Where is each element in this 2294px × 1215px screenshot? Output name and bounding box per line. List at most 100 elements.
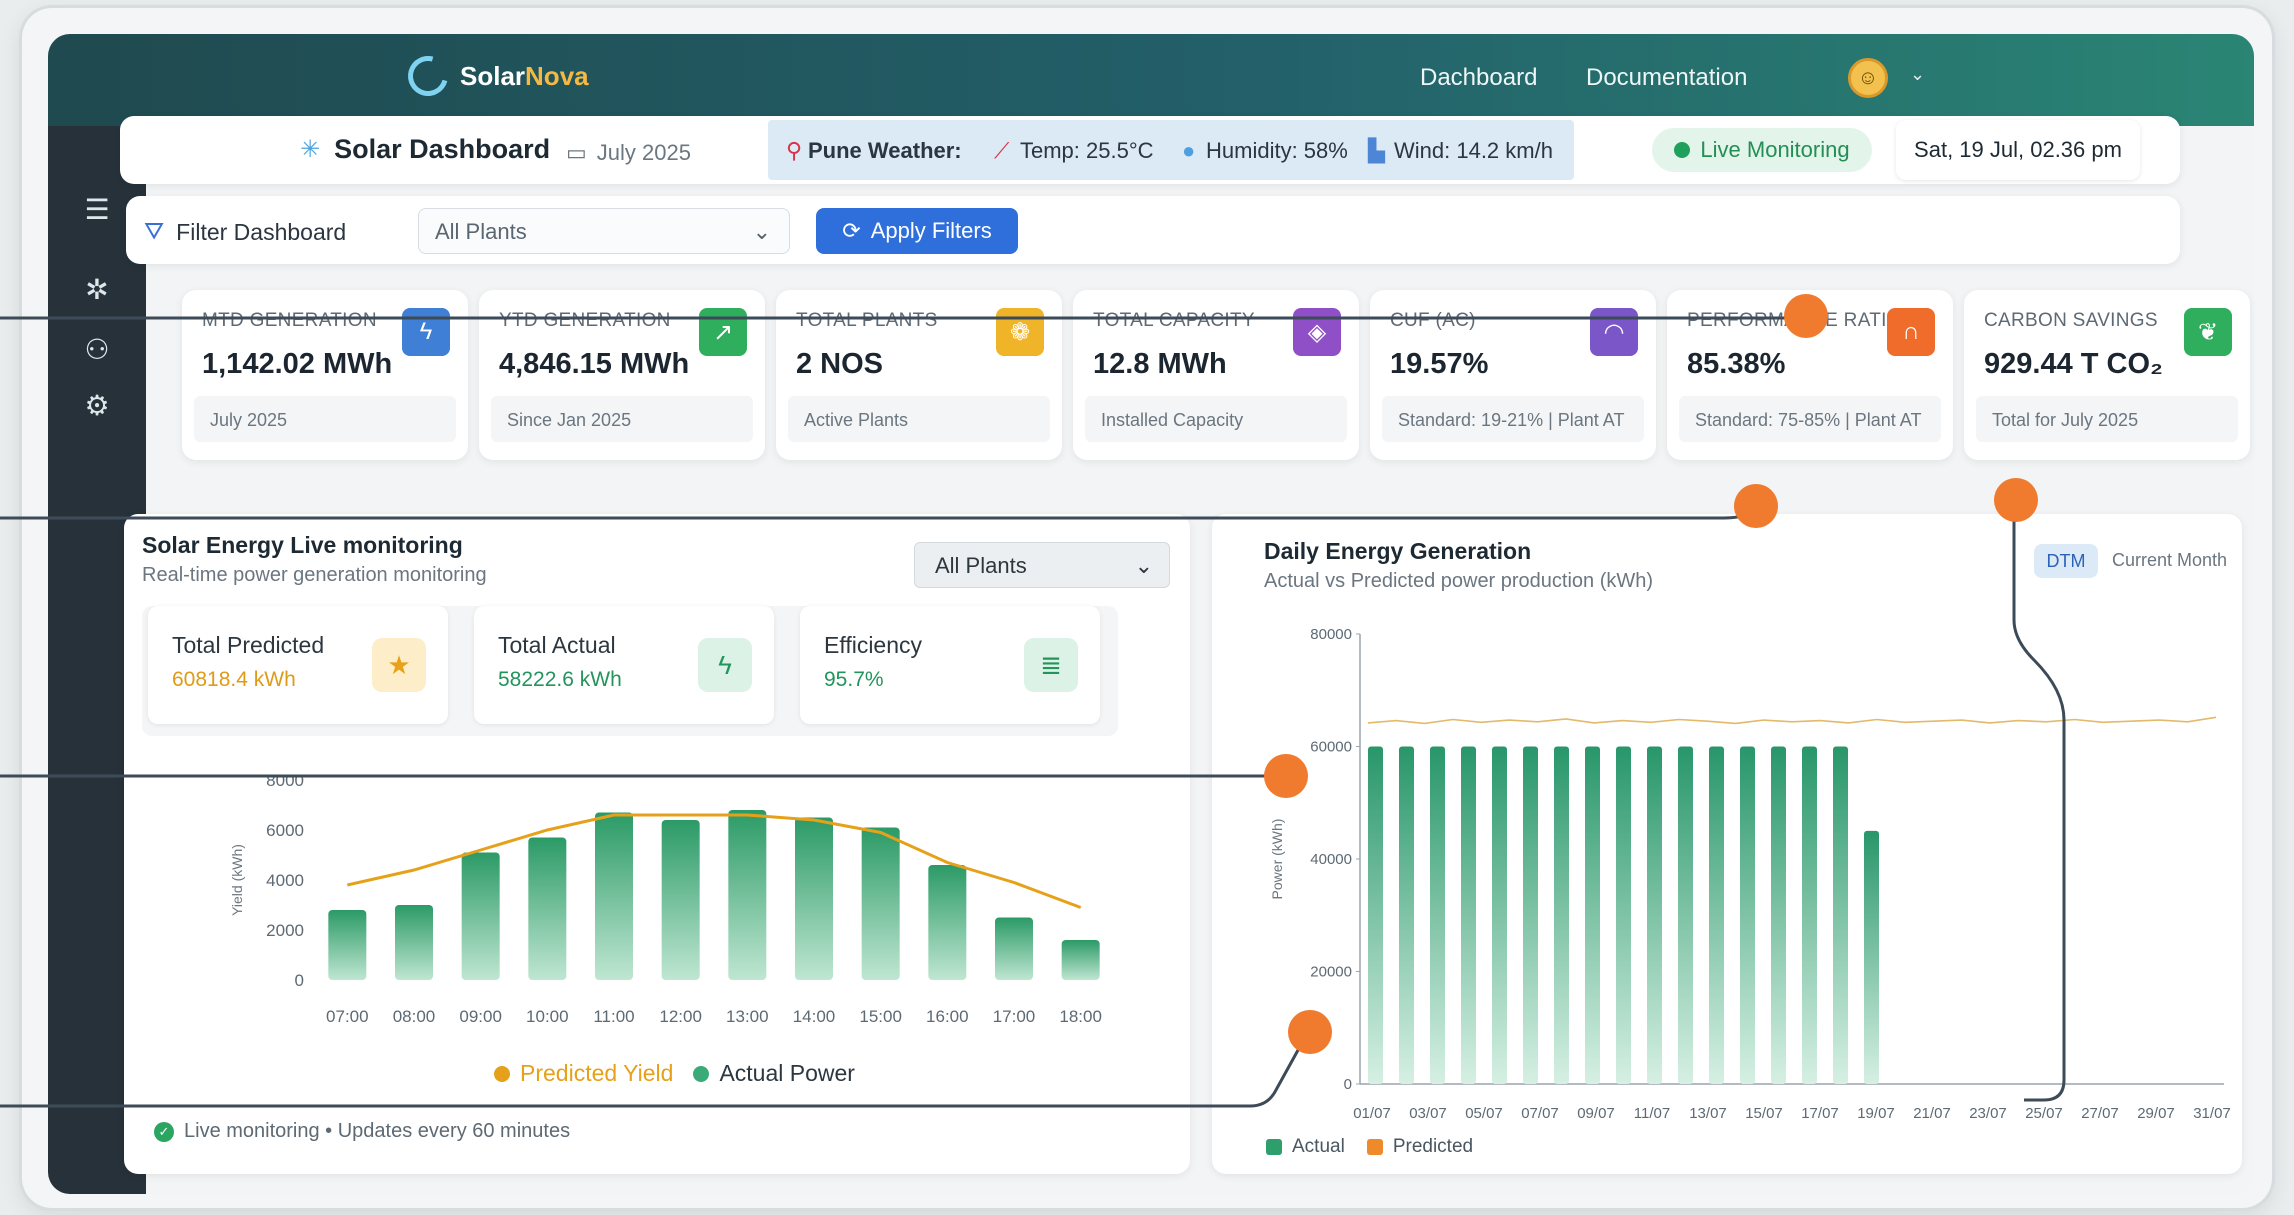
total-actual-card: Total Actual 58222.6 kWh ϟ — [474, 606, 774, 724]
x-tick-label: 29/07 — [2137, 1105, 2175, 1122]
location-pin-icon: ⚲ — [786, 138, 803, 163]
humidity-value: Humidity: 58% — [1206, 138, 1348, 163]
month-indicator[interactable]: ▭ July 2025 — [566, 140, 691, 166]
y-tick-label: 40000 — [1310, 851, 1352, 868]
brand[interactable]: SolarNova — [400, 48, 589, 104]
daily-chart-legend: Actual Predicted — [1266, 1136, 1473, 1158]
x-tick-label: 17:00 — [993, 1007, 1036, 1026]
x-tick-label: 18:00 — [1059, 1007, 1102, 1026]
x-tick-label: 16:00 — [926, 1007, 969, 1026]
y-axis-label: Yield (kWh) — [229, 844, 245, 916]
total-predicted-label: Total Predicted — [172, 632, 325, 658]
x-tick-label: 17/07 — [1801, 1105, 1839, 1122]
brand-name: SolarNova — [460, 60, 589, 91]
bar-actual-18:00 — [1061, 940, 1100, 980]
performance-icon: ∩ — [1887, 308, 1935, 356]
y-tick-label: 0 — [1344, 1076, 1352, 1093]
x-tick-label: 01/07 — [1353, 1105, 1391, 1122]
apply-filters-button[interactable]: ⟳ Apply Filters — [816, 208, 1018, 254]
kpi-subtext: Since Jan 2025 — [491, 396, 753, 442]
live-monitoring-badge[interactable]: Live Monitoring — [1652, 128, 1872, 172]
bar-actual-15:00 — [861, 827, 900, 980]
bar-actual-day-6 — [1523, 746, 1538, 1084]
x-tick-label: 15/07 — [1745, 1105, 1783, 1122]
kpi-label: CARBON SAVINGS — [1984, 310, 2158, 331]
thermometer-icon: ⟋ — [994, 138, 1010, 163]
filter-icon: ⛛ — [144, 218, 165, 245]
kpi-value: 19.57% — [1390, 348, 1489, 380]
leaf-icon: ❦ — [2184, 308, 2232, 356]
panel-subtitle: Real-time power generation monitoring — [142, 564, 487, 586]
x-tick-label: 10:00 — [526, 1007, 569, 1026]
legend-swatch-predicted — [494, 1065, 510, 1082]
user-avatar[interactable]: ☺ — [1848, 58, 1888, 98]
legend-swatch-predicted — [1366, 1139, 1383, 1155]
solar-panel-icon[interactable]: ✲ — [74, 266, 120, 312]
y-tick-label: 20000 — [1310, 964, 1352, 981]
kpi-label: MTD GENERATION — [202, 310, 377, 331]
bar-actual-08:00 — [395, 905, 433, 980]
daily-generation-panel: Daily Energy Generation Actual vs Predic… — [1212, 514, 2242, 1174]
dtm-toggle[interactable]: DTM — [2034, 544, 2098, 578]
wind-value: Wind: 14.2 km/h — [1394, 138, 1553, 163]
settings-icon[interactable]: ⚙ — [74, 382, 120, 428]
kpi-value: 929.44 T CO₂ — [1984, 348, 2163, 380]
x-tick-label: 27/07 — [2081, 1105, 2119, 1122]
refresh-icon: ⟳ — [842, 218, 861, 243]
x-tick-label: 23/07 — [1969, 1105, 2007, 1122]
bar-actual-12:00 — [661, 820, 700, 980]
bar-actual-day-15 — [1802, 746, 1817, 1084]
hourly-yield-chart: 0 2000 4000 6000 8000 Yield (kWh) 07:00 08:00 09… — [229, 771, 1102, 1026]
chevron-down-icon[interactable]: ⌄ — [1910, 64, 1925, 85]
legend-actual-label: Actual — [1292, 1136, 1345, 1157]
weather-strip: ⚲ Pune Weather: ⟋ Temp: 25.5°C ● Humidit… — [768, 120, 1574, 180]
datetime-display: Sat, 19 Jul, 02.36 pm — [1896, 120, 2140, 180]
nav-link-documentation[interactable]: Documentation — [1586, 64, 1747, 92]
kpi-subtext: July 2025 — [194, 396, 456, 442]
bar-actual-day-8 — [1585, 746, 1600, 1084]
kpi-label: PERFORMANCE RATIO — [1687, 310, 1902, 331]
bar-actual-day-10 — [1647, 746, 1662, 1084]
y-tick-label: 80000 — [1310, 626, 1352, 643]
legend-swatch-actual — [693, 1065, 710, 1082]
bar-actual-day-7 — [1554, 746, 1569, 1084]
legend-swatch-actual — [1266, 1139, 1282, 1155]
chevron-down-icon: ⌄ — [752, 219, 771, 244]
x-tick-label: 15:00 — [859, 1007, 902, 1026]
x-tick-label: 05/07 — [1465, 1105, 1503, 1122]
kpi-card: YTD GENERATION 4,846.15 MWh Since Jan 2025… — [479, 290, 765, 460]
bar-actual-09:00 — [461, 852, 500, 980]
plant-select[interactable]: All Plants ⌄ — [914, 542, 1170, 588]
kpi-label: YTD GENERATION — [499, 310, 671, 331]
x-tick-label: 21/07 — [1913, 1105, 1951, 1122]
x-tick-label: 09/07 — [1577, 1105, 1615, 1122]
live-status-dot — [1674, 142, 1691, 158]
predicted-line — [1367, 716, 2217, 725]
menu-icon[interactable]: ☰ — [74, 186, 120, 232]
y-tick-label: 8000 — [266, 771, 304, 790]
x-tick-label: 11:00 — [593, 1007, 634, 1026]
current-month-toggle[interactable]: Current Month — [2112, 550, 2227, 571]
kpi-value: 12.8 MWh — [1093, 348, 1227, 380]
bar-actual-14:00 — [795, 817, 833, 980]
bar-actual-day-13 — [1740, 746, 1755, 1084]
total-actual-value: 58222.6 kWh — [498, 668, 622, 691]
y-axis-label: Power (kWh) — [1269, 819, 1285, 900]
panel-title: Solar Energy Live monitoring — [142, 532, 463, 558]
network-icon[interactable]: ⚇ — [74, 326, 120, 372]
nav-link-dashboard[interactable]: Dachboard — [1420, 64, 1537, 92]
bar-actual-day-17 — [1864, 830, 1879, 1084]
x-tick-label: 19/07 — [1857, 1105, 1895, 1122]
x-tick-label: 03/07 — [1409, 1105, 1447, 1122]
page-title: ✳ Solar Dashboard — [300, 134, 551, 164]
plant-filter-select[interactable]: All Plants ⌄ — [418, 208, 790, 254]
y-tick-label: 2000 — [266, 921, 304, 940]
bar-actual-day-4 — [1461, 746, 1476, 1084]
bar-actual-day-12 — [1709, 746, 1724, 1084]
kpi-card: CUF (AC) 19.57% Standard: 19-21% | Plant A… — [1370, 290, 1656, 460]
check-icon: ✓ — [154, 1121, 174, 1142]
x-tick-label: 09:00 — [459, 1007, 502, 1026]
y-tick-label: 4000 — [266, 871, 304, 890]
efficiency-card: Efficiency 95.7% ≣ — [800, 606, 1100, 724]
bar-actual-11:00 — [595, 812, 633, 980]
